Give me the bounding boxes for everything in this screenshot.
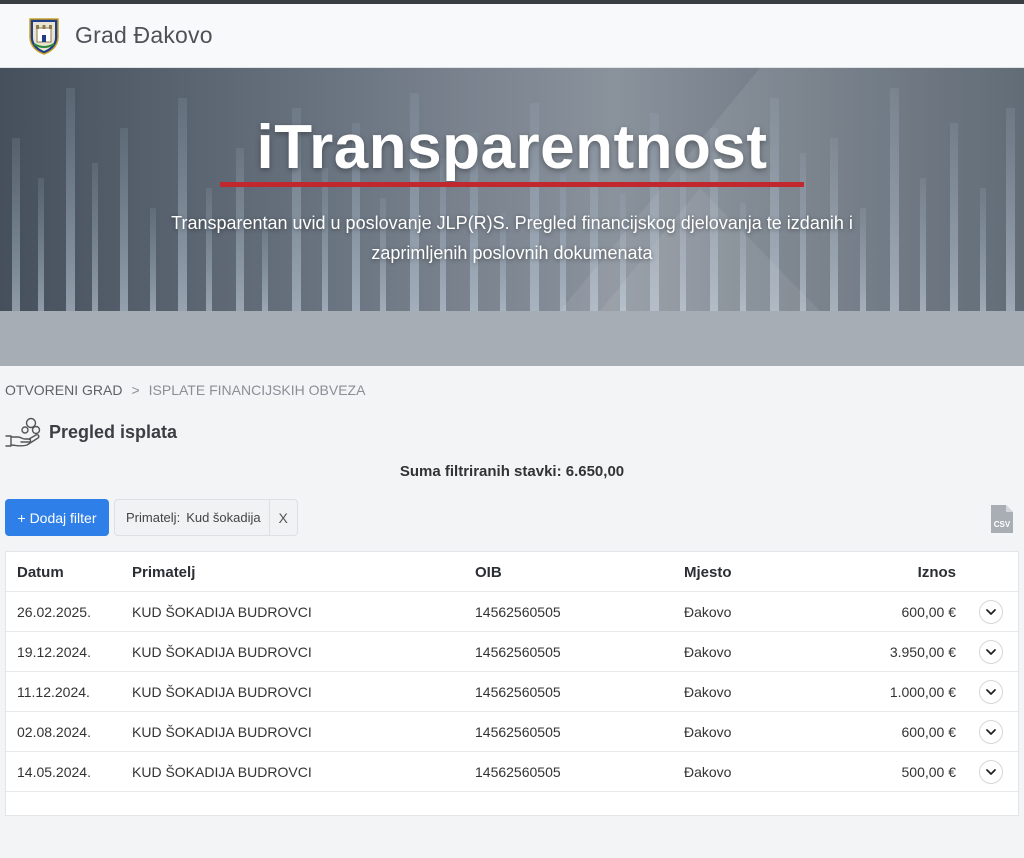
filter-chip-value: Kud šokadija	[186, 510, 261, 525]
expand-row-button[interactable]	[979, 680, 1003, 704]
cell-iznos: 1.000,00 €	[889, 684, 956, 700]
cell-mjesto: Đakovo	[684, 604, 732, 620]
cell-datum: 02.08.2024.	[17, 724, 91, 740]
column-header-primatelj[interactable]: Primatelj	[132, 552, 195, 592]
cell-datum: 26.02.2025.	[17, 604, 91, 620]
payments-table: Datum Primatelj OIB Mjesto Iznos 26.02.2…	[5, 551, 1019, 816]
hand-coins-icon	[5, 417, 41, 447]
cell-oib: 14562560505	[475, 764, 561, 780]
chevron-down-icon	[986, 649, 996, 655]
chevron-down-icon	[986, 729, 996, 735]
breadcrumb-item-otvoreni-grad[interactable]: OTVORENI GRAD	[5, 382, 122, 398]
cell-mjesto: Đakovo	[684, 644, 732, 660]
table-row: 26.02.2025. KUD ŠOKADIJA BUDROVCI 145625…	[6, 592, 1018, 632]
table-row: 02.08.2024. KUD ŠOKADIJA BUDROVCI 145625…	[6, 712, 1018, 752]
add-filter-button[interactable]: + Dodaj filter	[5, 499, 109, 536]
filter-chip-primatelj: Primatelj: Kud šokadija X	[114, 499, 298, 536]
cell-primatelj: KUD ŠOKADIJA BUDROVCI	[132, 724, 312, 740]
hero-banner: iTransparentnost Transparentan uvid u po…	[0, 68, 1024, 311]
cell-mjesto: Đakovo	[684, 724, 732, 740]
cell-primatelj: KUD ŠOKADIJA BUDROVCI	[132, 684, 312, 700]
navbar: Grad Đakovo	[0, 4, 1024, 68]
cell-oib: 14562560505	[475, 724, 561, 740]
cell-mjesto: Đakovo	[684, 764, 732, 780]
expand-row-button[interactable]	[979, 640, 1003, 664]
expand-row-button[interactable]	[979, 720, 1003, 744]
expand-row-button[interactable]	[979, 760, 1003, 784]
filter-chip-text: Primatelj: Kud šokadija	[115, 500, 269, 535]
chevron-down-icon	[986, 689, 996, 695]
csv-icon-label: CSV	[994, 520, 1011, 529]
section-header: Pregled isplata	[5, 416, 177, 448]
cell-datum: 14.05.2024.	[17, 764, 91, 780]
filter-chip-label: Primatelj:	[126, 510, 181, 525]
breadcrumb: OTVORENI GRAD > ISPLATE FINANCIJSKIH OBV…	[5, 382, 365, 398]
table-row: 19.12.2024. KUD ŠOKADIJA BUDROVCI 145625…	[6, 632, 1018, 672]
city-crest-icon[interactable]	[28, 17, 60, 55]
cell-primatelj: KUD ŠOKADIJA BUDROVCI	[132, 764, 312, 780]
column-header-oib[interactable]: OIB	[475, 552, 502, 592]
column-header-mjesto[interactable]: Mjesto	[684, 552, 732, 592]
cell-mjesto: Đakovo	[684, 684, 732, 700]
table-row: 11.12.2024. KUD ŠOKADIJA BUDROVCI 145625…	[6, 672, 1018, 712]
cell-iznos: 600,00 €	[901, 724, 957, 740]
breadcrumb-separator: >	[131, 382, 140, 398]
hero-title: iTransparentnost	[256, 113, 768, 182]
cell-oib: 14562560505	[475, 644, 561, 660]
table-header-row: Datum Primatelj OIB Mjesto Iznos	[6, 552, 1018, 592]
cell-primatelj: KUD ŠOKADIJA BUDROVCI	[132, 644, 312, 660]
cell-primatelj: KUD ŠOKADIJA BUDROVCI	[132, 604, 312, 620]
column-header-iznos[interactable]: Iznos	[826, 552, 956, 592]
chevron-down-icon	[986, 609, 996, 615]
hero-bottom-band	[0, 311, 1024, 366]
hero-title-underline	[220, 182, 804, 187]
column-header-datum[interactable]: Datum	[17, 552, 64, 592]
cell-iznos: 500,00 €	[901, 764, 957, 780]
remove-filter-button[interactable]: X	[268, 500, 297, 535]
chevron-down-icon	[986, 769, 996, 775]
hero-background-image	[0, 68, 1024, 311]
expand-row-button[interactable]	[979, 600, 1003, 624]
site-title[interactable]: Grad Đakovo	[75, 22, 213, 49]
csv-file-icon[interactable]: CSV	[990, 504, 1014, 534]
cell-oib: 14562560505	[475, 684, 561, 700]
breadcrumb-item-current: ISPLATE FINANCIJSKIH OBVEZA	[148, 382, 366, 398]
section-title: Pregled isplata	[49, 421, 178, 442]
cell-iznos: 3.950,00 €	[889, 644, 956, 660]
filtered-sum: Suma filtriranih stavki: 6.650,00	[399, 463, 625, 480]
cell-oib: 14562560505	[475, 604, 561, 620]
cell-datum: 11.12.2024.	[17, 684, 90, 700]
cell-iznos: 600,00 €	[901, 604, 957, 620]
cell-datum: 19.12.2024.	[17, 644, 91, 660]
table-row: 14.05.2024. KUD ŠOKADIJA BUDROVCI 145625…	[6, 752, 1018, 792]
hero-subtitle: Transparentan uvid u poslovanje JLP(R)S.…	[171, 213, 853, 263]
